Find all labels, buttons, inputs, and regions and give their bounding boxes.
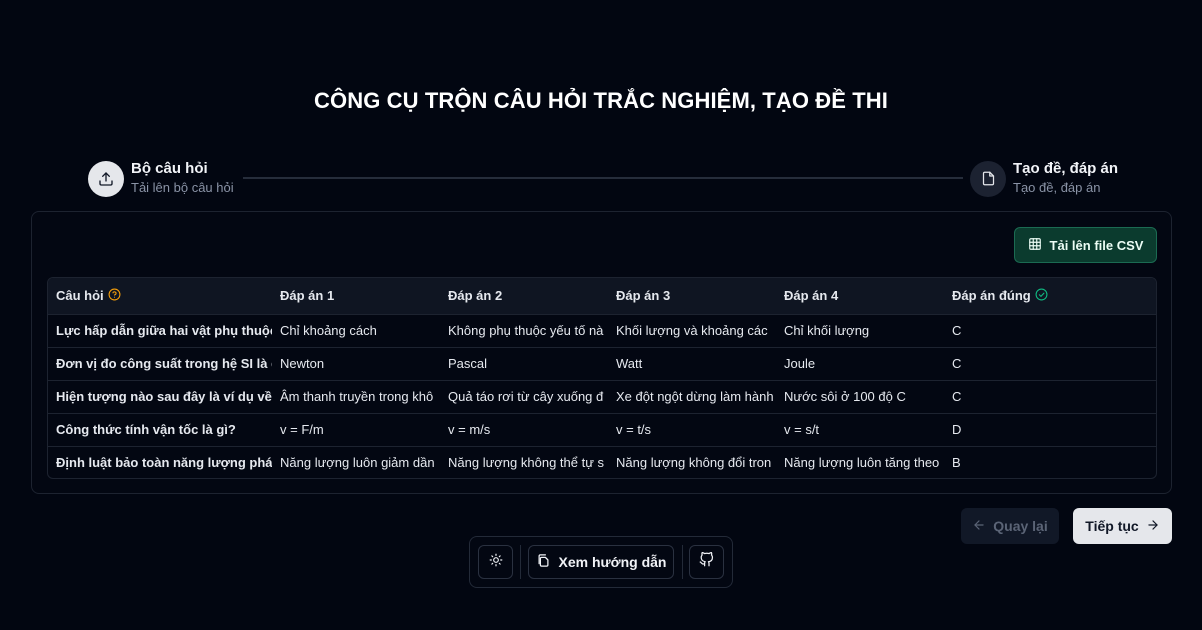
github-icon (699, 551, 714, 572)
cell-answer-2: v = m/s (448, 422, 491, 437)
toolbar-divider (520, 545, 521, 579)
table-row[interactable]: Lực hấp dẫn giữa hai vật phụ thuộc Chỉ k… (48, 314, 1156, 347)
cell-question: Định luật bảo toàn năng lượng phát (56, 455, 272, 471)
next-label: Tiếp tục (1085, 518, 1139, 534)
cell-correct: C (952, 323, 962, 338)
header-answer-3: Đáp án 3 (616, 288, 671, 304)
cell-answer-3: Khối lượng và khoảng các (616, 323, 768, 338)
cell-answer-4: Nước sôi ở 100 độ C (784, 389, 906, 404)
cell-answer-3: v = t/s (616, 422, 652, 437)
cell-answer-4: Joule (784, 356, 816, 371)
question-card: Tải lên file CSV Câu hỏi Đáp án 1 Đáp án… (31, 211, 1172, 494)
cell-question: Hiện tượng nào sau đây là ví dụ về c (56, 389, 272, 404)
cell-correct: C (952, 356, 962, 371)
guide-label: Xem hướng dẫn (558, 554, 667, 570)
page-title: CÔNG CỤ TRỘN CÂU HỎI TRẮC NGHIỆM, TẠO ĐỀ… (314, 88, 888, 113)
cell-answer-3: Watt (616, 356, 643, 371)
cell-answer-3: Năng lượng không đổi tron (616, 455, 772, 471)
cell-answer-1: Newton (280, 356, 325, 371)
step-question-set[interactable]: Bộ câu hỏi Tải lên bộ câu hỏi (88, 160, 234, 197)
step-subtitle: Tạo đề, đáp án (1013, 180, 1101, 195)
cell-answer-1: Chỉ khoảng cách (280, 323, 377, 338)
step-title: Tạo đề, đáp án (1013, 160, 1119, 177)
upload-csv-button[interactable]: Tải lên file CSV (1014, 227, 1157, 263)
files-icon (536, 553, 551, 571)
check-circle-icon (1035, 288, 1048, 304)
cell-question: Lực hấp dẫn giữa hai vật phụ thuộc (56, 323, 272, 338)
table-row[interactable]: Công thức tính vận tốc là gì? v = F/m v … (48, 413, 1156, 446)
header-answer-4: Đáp án 4 (784, 288, 839, 304)
cell-answer-4: Năng lượng luôn tăng theo (784, 455, 940, 471)
step-title: Bộ câu hỏi (131, 160, 208, 177)
arrow-left-icon (972, 518, 986, 535)
table-row[interactable]: Định luật bảo toàn năng lượng phát Năng … (48, 446, 1156, 478)
table-row[interactable]: Đơn vị đo công suất trong hệ SI là g New… (48, 347, 1156, 380)
arrow-right-icon (1146, 518, 1160, 535)
toolbar-divider (682, 545, 683, 579)
github-button[interactable] (689, 545, 724, 579)
table-icon (1028, 237, 1042, 254)
cell-answer-3: Xe đột ngột dừng làm hành (616, 389, 774, 404)
stepper-connector (243, 177, 963, 179)
guide-button[interactable]: Xem hướng dẫn (528, 545, 674, 579)
header-correct-answer: Đáp án đúng (944, 278, 1156, 314)
file-icon (970, 160, 1006, 197)
cell-correct: D (952, 422, 962, 437)
cell-answer-4: v = s/t (784, 422, 820, 437)
step-subtitle: Tải lên bộ câu hỏi (131, 180, 234, 195)
cell-question: Công thức tính vận tốc là gì? (56, 422, 236, 437)
sun-icon (489, 553, 503, 572)
cell-answer-1: Âm thanh truyền trong khô (280, 389, 434, 404)
table-header-row: Câu hỏi Đáp án 1 Đáp án 2 Đáp án 3 Đáp á… (48, 278, 1156, 314)
cell-answer-2: Quả táo rơi từ cây xuống đ (448, 389, 604, 404)
upload-icon (88, 160, 124, 197)
back-button[interactable]: Quay lại (961, 508, 1059, 544)
next-button[interactable]: Tiếp tục (1073, 508, 1172, 544)
question-table: Câu hỏi Đáp án 1 Đáp án 2 Đáp án 3 Đáp á… (47, 277, 1157, 479)
header-question: Câu hỏi (48, 278, 272, 314)
cell-correct: B (952, 455, 961, 471)
cell-answer-2: Không phụ thuộc yếu tố nà (448, 323, 604, 338)
table-row[interactable]: Hiện tượng nào sau đây là ví dụ về c Âm … (48, 380, 1156, 413)
cell-answer-2: Năng lượng không thể tự s (448, 455, 605, 471)
back-label: Quay lại (993, 518, 1048, 534)
help-icon[interactable] (108, 288, 121, 304)
cell-answer-2: Pascal (448, 356, 488, 371)
bottom-toolbar: Xem hướng dẫn (469, 536, 733, 588)
cell-question: Đơn vị đo công suất trong hệ SI là g (56, 356, 272, 371)
step-create-exam[interactable]: Tạo đề, đáp án Tạo đề, đáp án (970, 160, 1118, 197)
cell-correct: C (952, 389, 962, 404)
header-answer-1: Đáp án 1 (280, 288, 335, 304)
cell-answer-4: Chỉ khối lượng (784, 323, 870, 338)
cell-answer-1: Năng lượng luôn giảm dần (280, 455, 435, 471)
theme-toggle-button[interactable] (478, 545, 513, 579)
cell-answer-1: v = F/m (280, 422, 324, 437)
upload-csv-label: Tải lên file CSV (1049, 237, 1144, 253)
header-answer-2: Đáp án 2 (448, 288, 503, 304)
